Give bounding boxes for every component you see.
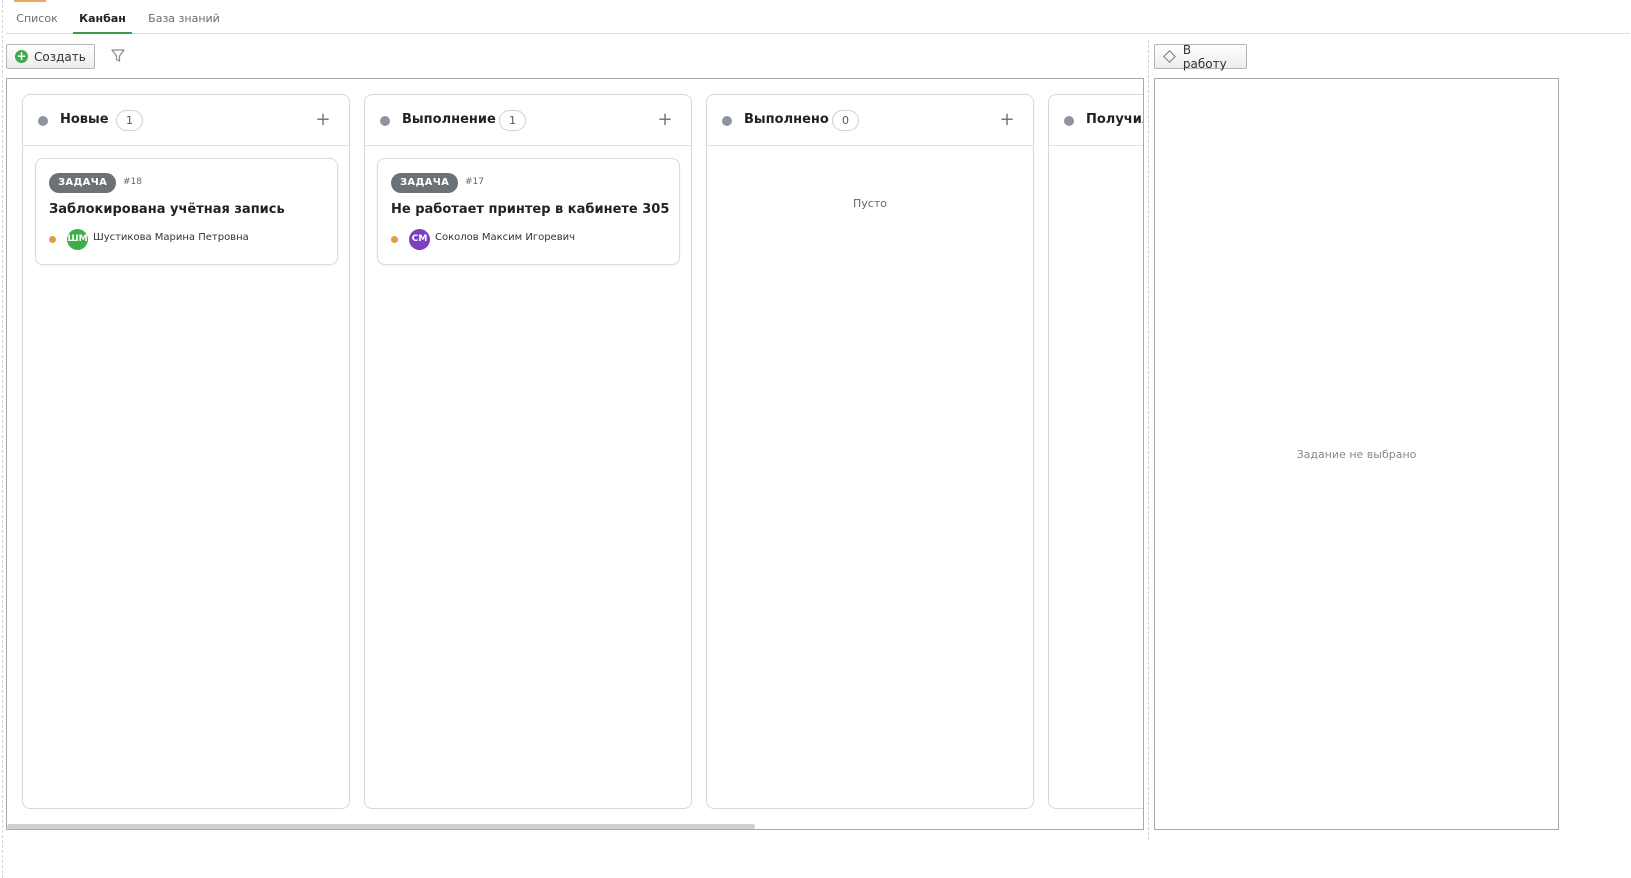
status-dot <box>722 116 732 126</box>
column-count-badge: 1 <box>116 110 143 131</box>
add-card-icon[interactable]: + <box>311 108 335 132</box>
task-number: #17 <box>465 177 484 187</box>
column-count-badge: 0 <box>832 110 859 131</box>
task-title: Заблокирована учётная запись <box>49 202 285 217</box>
priority-dot <box>391 236 398 243</box>
add-card-icon[interactable]: + <box>995 108 1019 132</box>
create-button[interactable]: + Создать <box>6 44 95 69</box>
left-guide-line <box>2 0 3 878</box>
tab-list[interactable]: Список <box>14 10 60 34</box>
column-header: Получил <box>1049 95 1143 146</box>
task-type-badge: ЗАДАЧА <box>391 173 459 193</box>
kanban-column-in-progress: Выполнение 1 + ЗАДАЧА #17 Не работает пр… <box>364 94 692 809</box>
view-tabs: Список Канбан База знаний <box>6 0 1630 34</box>
column-title: Получил <box>1086 112 1143 127</box>
status-dot <box>38 116 48 126</box>
plus-circle-icon: + <box>15 49 28 63</box>
status-dot <box>380 116 390 126</box>
panel-splitter[interactable] <box>1148 40 1149 840</box>
priority-dot <box>49 236 56 243</box>
create-button-label: Создать <box>34 49 86 64</box>
assignee-name: Соколов Максим Игоревич <box>435 232 576 243</box>
column-count-badge: 1 <box>499 110 526 131</box>
status-dot <box>1064 116 1074 126</box>
task-card[interactable]: ЗАДАЧА #17 Не работает принтер в кабинет… <box>377 158 680 265</box>
tab-kanban[interactable]: Канбан <box>73 10 132 34</box>
diamond-icon <box>1163 50 1176 63</box>
column-title: Выполнено <box>744 112 829 127</box>
kanban-column-new: Новые 1 + ЗАДАЧА #18 Заблокирована учётн… <box>22 94 350 809</box>
column-title: Выполнение <box>402 112 496 127</box>
kanban-column-done: Выполнено 0 + Пусто <box>706 94 1034 809</box>
column-header: Новые 1 + <box>23 95 349 146</box>
kanban-board: Новые 1 + ЗАДАЧА #18 Заблокирована учётн… <box>6 78 1144 830</box>
task-title: Не работает принтер в кабинете 305 <box>391 202 670 217</box>
task-number: #18 <box>123 177 142 187</box>
column-title: Новые <box>60 112 109 127</box>
take-to-work-label: В работу <box>1182 42 1227 71</box>
assignee-name: Шустикова Марина Петровна <box>93 232 249 243</box>
task-card[interactable]: ЗАДАЧА #18 Заблокирована учётная запись … <box>35 158 338 265</box>
avatar: ШМ <box>67 229 88 250</box>
task-type-badge: ЗАДАЧА <box>49 173 117 193</box>
tab-knowledge-base[interactable]: База знаний <box>146 10 222 34</box>
horizontal-scrollbar[interactable] <box>7 824 755 829</box>
kanban-column-received: Получил <box>1048 94 1143 809</box>
avatar: СМ <box>409 229 430 250</box>
detail-empty-text: Задание не выбрано <box>1296 448 1417 461</box>
add-card-icon[interactable]: + <box>653 108 677 132</box>
filter-icon[interactable] <box>110 48 126 64</box>
column-header: Выполнение 1 + <box>365 95 691 146</box>
take-to-work-button[interactable]: В работу <box>1154 42 1247 71</box>
task-detail-panel: Задание не выбрано <box>1154 78 1559 830</box>
column-empty-text: Пусто <box>853 197 887 210</box>
column-header: Выполнено 0 + <box>707 95 1033 146</box>
